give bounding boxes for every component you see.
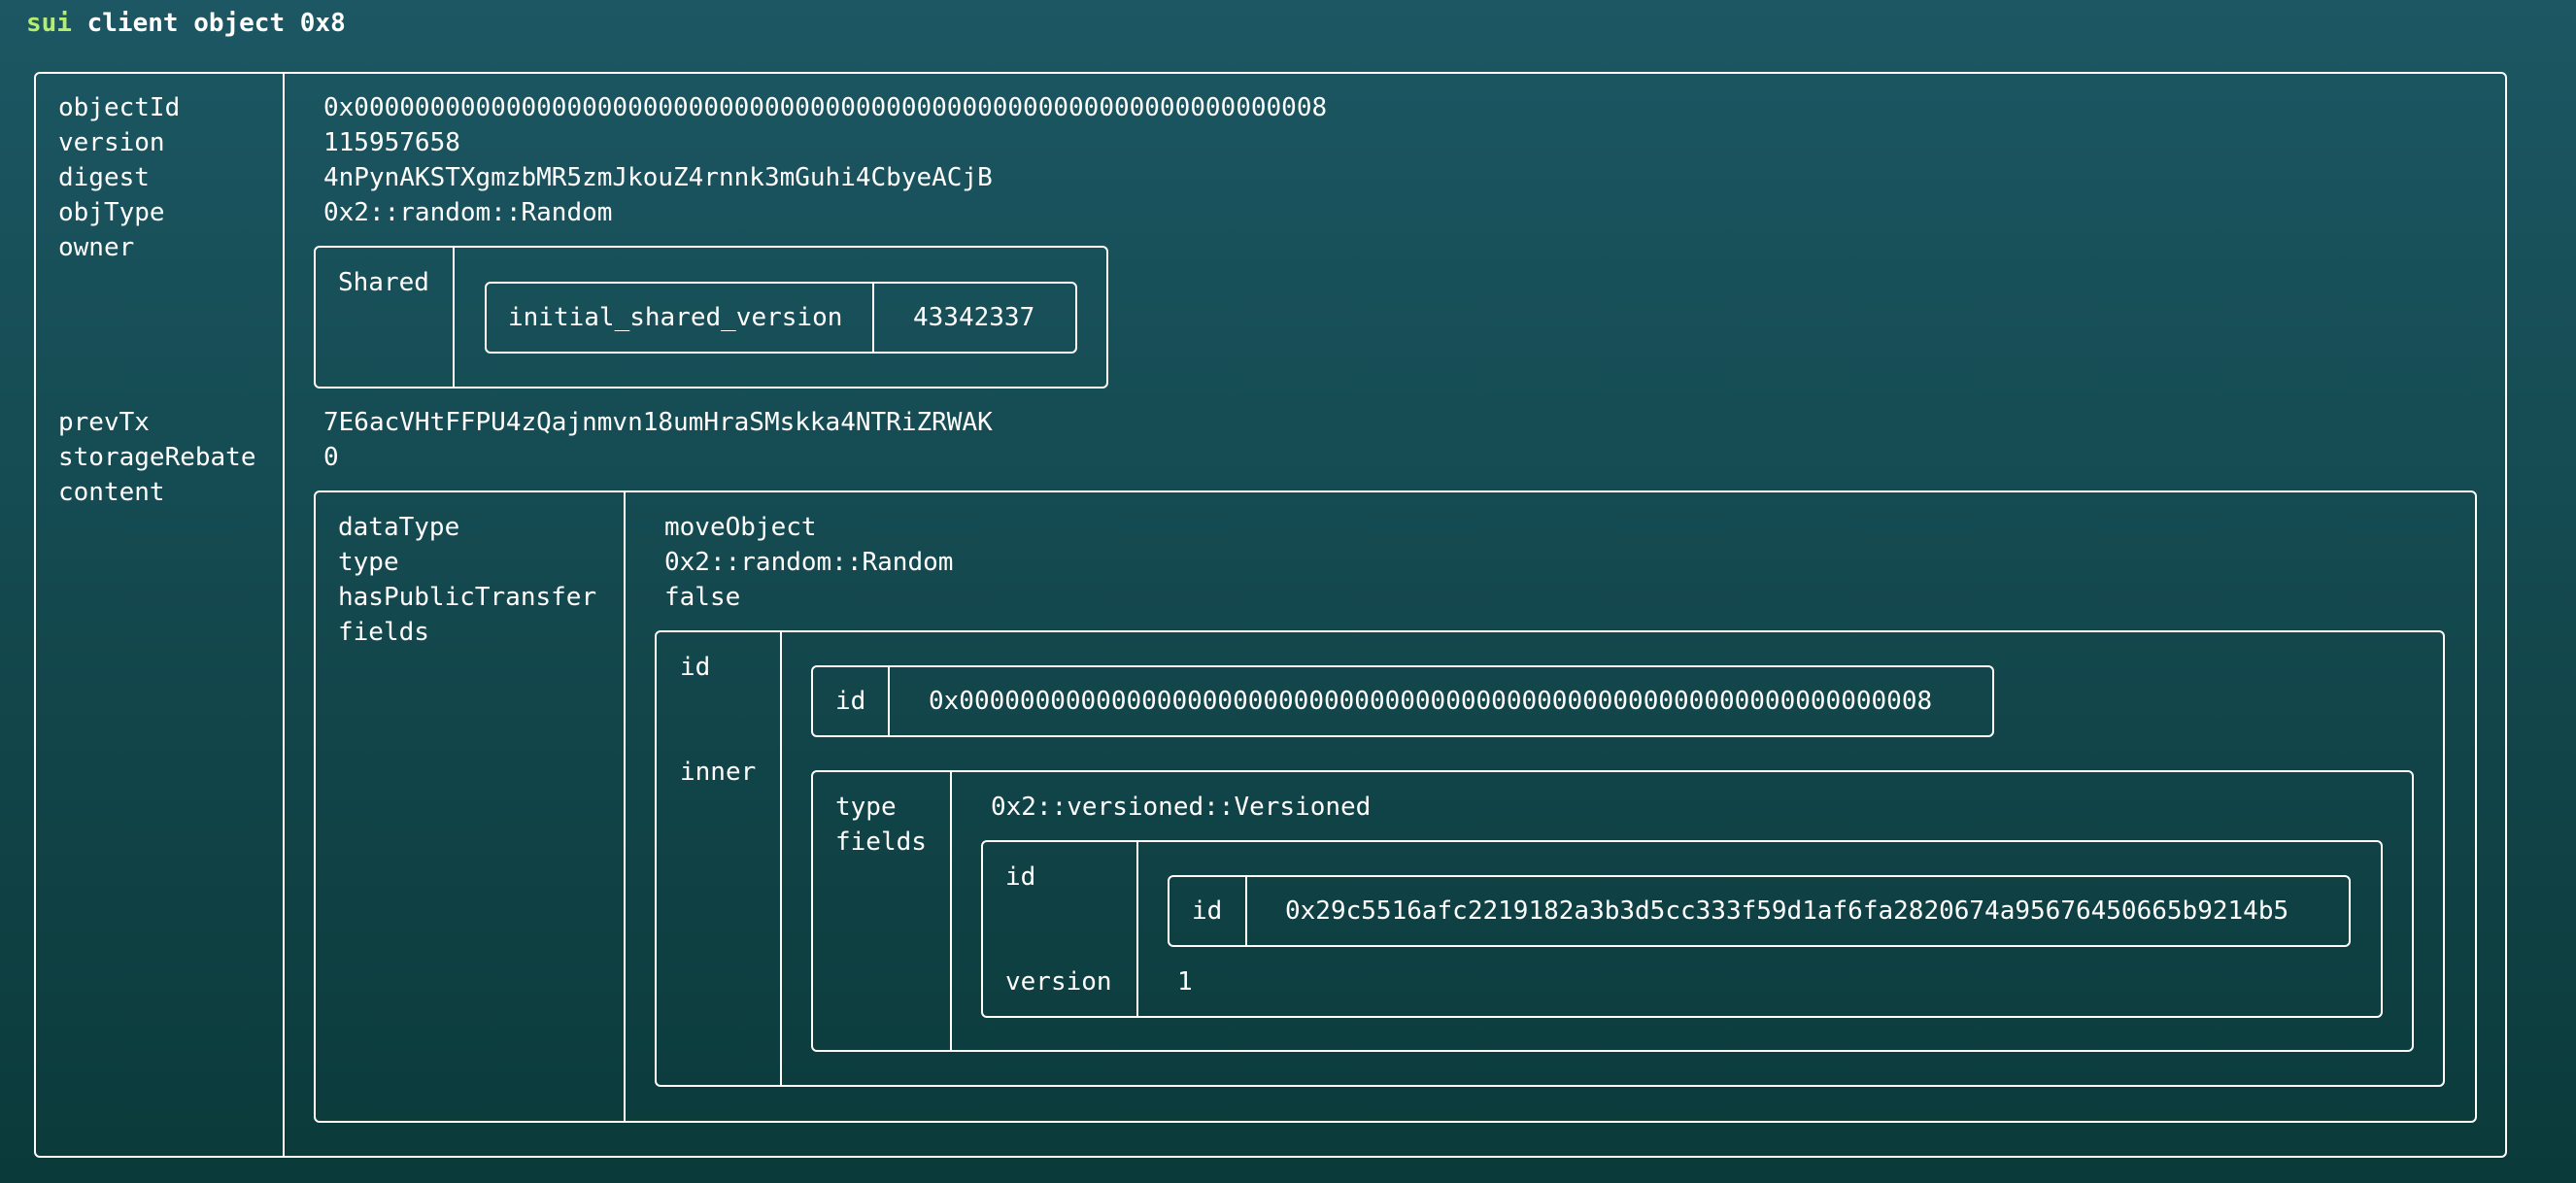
owner-field-divider: [872, 282, 874, 354]
inner-fields-id-value: 0x29c5516afc2219182a3b3d5cc333f59d1af6fa…: [1285, 896, 2289, 926]
inner-table-divider: [950, 770, 952, 1052]
fields-id-value: 0x00000000000000000000000000000000000000…: [929, 687, 1933, 716]
command-args: client object 0x8: [71, 9, 346, 38]
key-objectId: objectId: [58, 93, 181, 122]
fields-table-divider: [780, 630, 782, 1087]
fields-key-id: id: [680, 653, 711, 682]
value-objType: 0x2::random::Random: [323, 198, 613, 227]
key-content: content: [58, 478, 165, 507]
fields-id-divider: [888, 665, 890, 737]
inner-fields-id-divider: [1245, 875, 1247, 947]
inner-fields-divider: [1136, 840, 1138, 1018]
content-key-dataType: dataType: [338, 513, 460, 542]
inner-key-type: type: [835, 793, 897, 822]
content-value-type: 0x2::random::Random: [664, 548, 954, 577]
fields-id-key: id: [835, 687, 866, 716]
inner-fields-id-key: id: [1192, 896, 1223, 926]
inner-fields-key-version: version: [1005, 967, 1112, 997]
inner-value-type: 0x2::versioned::Versioned: [991, 793, 1372, 822]
value-objectId: 0x00000000000000000000000000000000000000…: [323, 93, 1328, 122]
value-version: 115957658: [323, 128, 460, 157]
content-value-dataType: moveObject: [664, 513, 817, 542]
owner-table-divider: [453, 246, 455, 389]
value-digest: 4nPynAKSTXgmzbMR5zmJkouZ4rnnk3mGuhi4Cbye…: [323, 163, 993, 192]
content-key-hasPublicTransfer: hasPublicTransfer: [338, 583, 597, 612]
command-line: sui client object 0x8: [26, 4, 346, 43]
key-version: version: [58, 128, 165, 157]
fields-key-inner: inner: [680, 758, 757, 787]
value-prevTx: 7E6acVHtFFPU4zQajnmvn18umHraSMskka4NTRiZ…: [323, 408, 993, 437]
owner-field-value: 43342337: [913, 303, 1035, 332]
content-key-type: type: [338, 548, 399, 577]
value-storageRebate: 0: [323, 443, 339, 472]
inner-fields-key-id: id: [1005, 862, 1036, 892]
key-prevTx: prevTx: [58, 408, 150, 437]
command-prefix: sui: [26, 9, 72, 38]
key-digest: digest: [58, 163, 150, 192]
key-owner: owner: [58, 233, 135, 262]
content-key-fields: fields: [338, 618, 429, 647]
owner-label: Shared: [338, 268, 429, 297]
owner-field-key: initial_shared_version: [508, 303, 843, 332]
content-table-divider: [624, 490, 626, 1123]
key-objType: objType: [58, 198, 165, 227]
content-value-hasPublicTransfer: false: [664, 583, 741, 612]
inner-key-fields: fields: [835, 828, 927, 857]
key-storageRebate: storageRebate: [58, 443, 256, 472]
inner-fields-value-version: 1: [1177, 967, 1193, 997]
object-table-divider: [283, 72, 285, 1158]
